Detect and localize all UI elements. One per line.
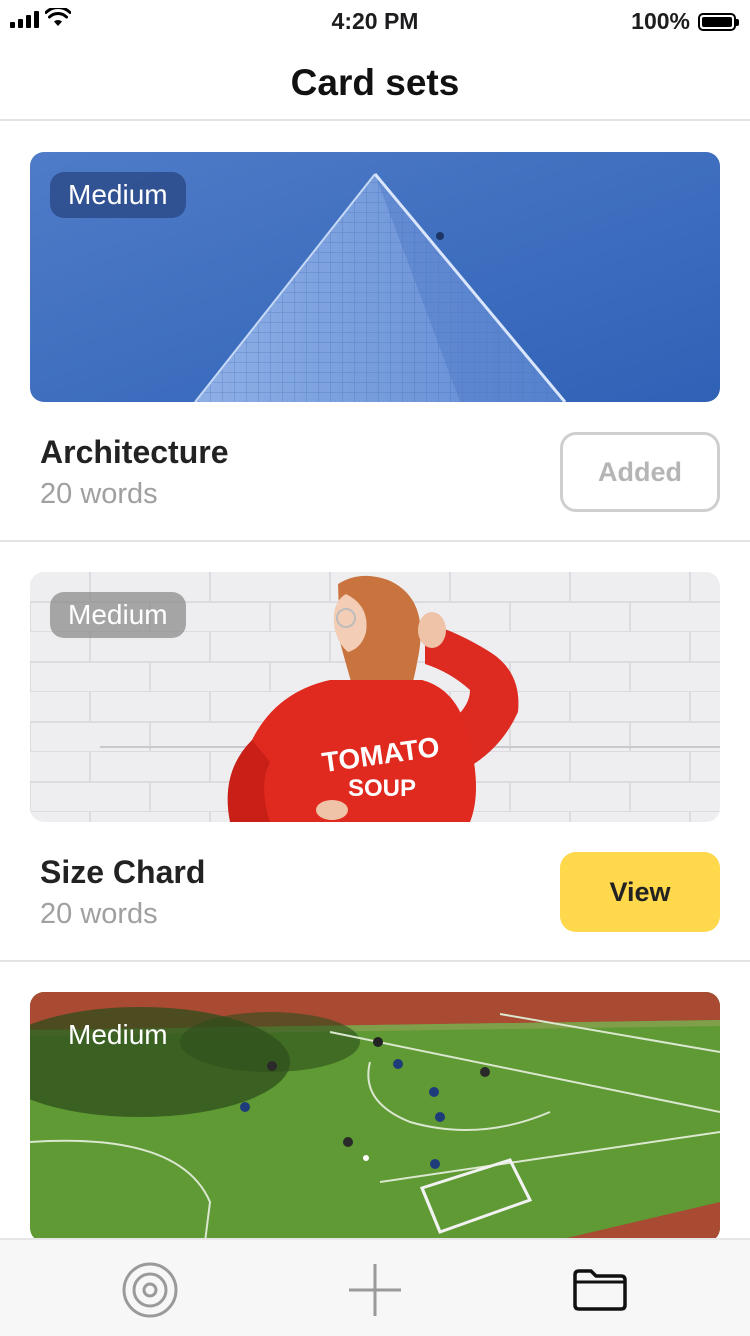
- card-title: Architecture: [40, 434, 229, 470]
- card-size-chard[interactable]: TOMATO SOUP Medium Size Chard 20 words V…: [0, 542, 750, 962]
- tab-bar: [0, 1238, 750, 1336]
- difficulty-badge: Medium: [68, 1019, 168, 1050]
- tab-target[interactable]: [120, 1260, 180, 1320]
- page-title: Card sets: [290, 62, 460, 103]
- card-word-count: 20 words: [40, 478, 158, 510]
- target-icon: [122, 1262, 178, 1318]
- tab-add[interactable]: [345, 1260, 405, 1320]
- nav-bar: Card sets: [0, 40, 750, 121]
- battery-percent: 100%: [631, 8, 690, 34]
- difficulty-badge: Medium: [50, 172, 186, 218]
- card-image[interactable]: Medium: [30, 992, 720, 1242]
- view-button[interactable]: View: [560, 852, 720, 932]
- screen: 4:20 PM 100% Card sets Medium Architectu…: [0, 0, 750, 1336]
- difficulty-badge: Medium: [50, 592, 186, 638]
- status-bar: 4:20 PM 100%: [0, 0, 750, 40]
- status-right: 100%: [631, 8, 739, 35]
- svg-text:SOUP: SOUP: [348, 775, 416, 802]
- battery-icon: [698, 12, 739, 31]
- plus-icon: [349, 1264, 401, 1316]
- card-word-count: 20 words: [40, 898, 158, 930]
- card-image[interactable]: TOMATO SOUP Medium: [30, 572, 720, 822]
- card-architecture[interactable]: Medium Architecture 20 words Added: [0, 122, 750, 542]
- card-title: Size Chard: [40, 854, 206, 890]
- folder-icon: [573, 1269, 627, 1311]
- added-button[interactable]: Added: [560, 432, 720, 512]
- tab-folder[interactable]: [570, 1260, 630, 1320]
- card-image[interactable]: Medium: [30, 152, 720, 402]
